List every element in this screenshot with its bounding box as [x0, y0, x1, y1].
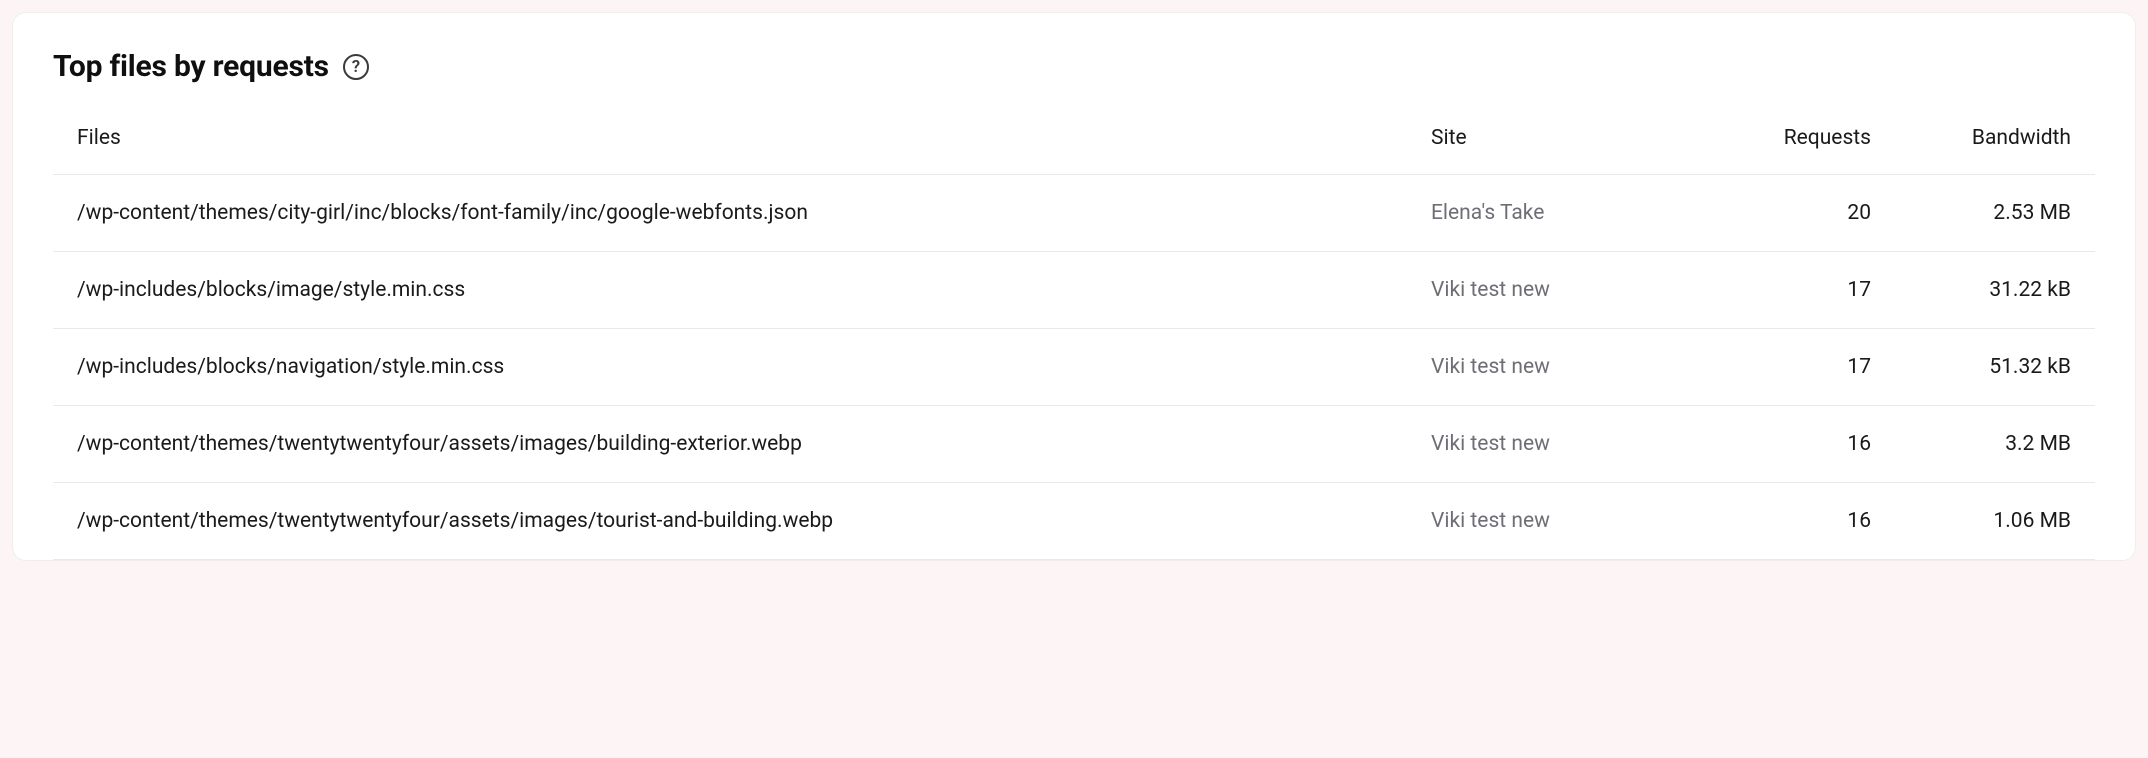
cell-bandwidth: 1.06 MB: [1871, 509, 2071, 533]
cell-file: /wp-content/themes/twentytwentyfour/asse…: [77, 509, 1431, 533]
cell-requests: 17: [1671, 355, 1871, 379]
files-table: Files Site Requests Bandwidth /wp-conten…: [53, 126, 2095, 560]
cell-file: /wp-content/themes/twentytwentyfour/asse…: [77, 432, 1431, 456]
column-header-files: Files: [77, 126, 1431, 150]
cell-file: /wp-includes/blocks/navigation/style.min…: [77, 355, 1431, 379]
cell-requests: 16: [1671, 509, 1871, 533]
cell-bandwidth: 2.53 MB: [1871, 201, 2071, 225]
card-header: Top files by requests ?: [53, 49, 2095, 84]
column-header-requests: Requests: [1671, 126, 1871, 150]
cell-site: Viki test new: [1431, 432, 1671, 456]
cell-site: Viki test new: [1431, 509, 1671, 533]
table-row: /wp-includes/blocks/navigation/style.min…: [53, 329, 2095, 406]
cell-requests: 20: [1671, 201, 1871, 225]
column-header-site: Site: [1431, 126, 1671, 150]
table-row: /wp-content/themes/twentytwentyfour/asse…: [53, 483, 2095, 560]
column-header-bandwidth: Bandwidth: [1871, 126, 2071, 150]
table-row: /wp-includes/blocks/image/style.min.css …: [53, 252, 2095, 329]
cell-bandwidth: 31.22 kB: [1871, 278, 2071, 302]
cell-requests: 17: [1671, 278, 1871, 302]
cell-site: Elena's Take: [1431, 201, 1671, 225]
top-files-card: Top files by requests ? Files Site Reque…: [12, 12, 2136, 561]
cell-site: Viki test new: [1431, 278, 1671, 302]
table-row: /wp-content/themes/city-girl/inc/blocks/…: [53, 175, 2095, 252]
table-row: /wp-content/themes/twentytwentyfour/asse…: [53, 406, 2095, 483]
cell-file: /wp-includes/blocks/image/style.min.css: [77, 278, 1431, 302]
table-header-row: Files Site Requests Bandwidth: [53, 126, 2095, 175]
cell-bandwidth: 3.2 MB: [1871, 432, 2071, 456]
cell-bandwidth: 51.32 kB: [1871, 355, 2071, 379]
cell-requests: 16: [1671, 432, 1871, 456]
cell-file: /wp-content/themes/city-girl/inc/blocks/…: [77, 201, 1431, 225]
cell-site: Viki test new: [1431, 355, 1671, 379]
card-title: Top files by requests: [53, 49, 329, 84]
help-icon[interactable]: ?: [343, 54, 369, 80]
